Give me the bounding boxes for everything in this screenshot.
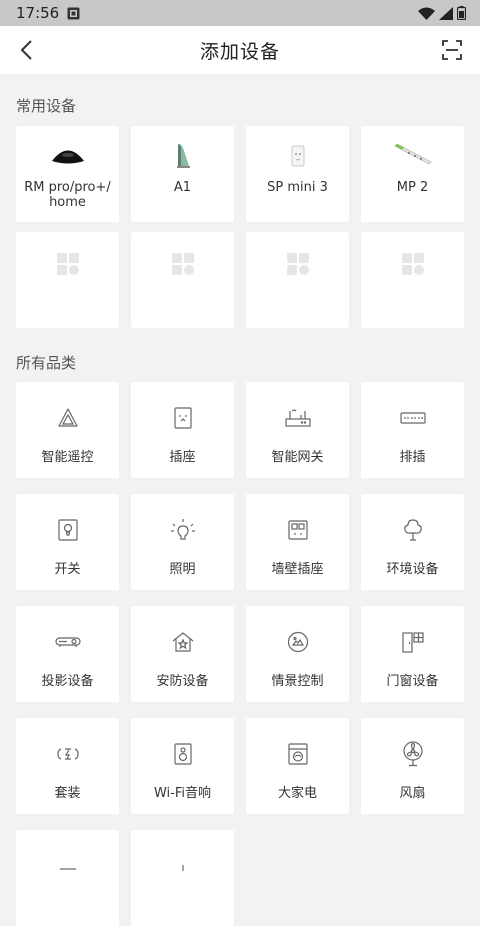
category-label: 风扇 <box>399 786 426 801</box>
empty-slot[interactable] <box>246 232 349 328</box>
notification-icon <box>67 7 80 19</box>
category-security[interactable]: 安防设备 <box>131 606 234 702</box>
placeholder-grid-icon <box>163 248 203 280</box>
category-gateway[interactable]: 智能网关 <box>246 382 349 478</box>
partial-category-icon <box>48 850 88 882</box>
category-label: 智能遥控 <box>41 450 94 465</box>
category-label: 墙壁插座 <box>271 562 324 577</box>
switch-icon <box>48 514 88 546</box>
empty-slot[interactable] <box>361 232 464 328</box>
category-label: 插座 <box>169 450 196 465</box>
category-socket[interactable]: 插座 <box>131 382 234 478</box>
category-projector[interactable]: 投影设备 <box>16 606 119 702</box>
category-fan[interactable]: 风扇 <box>361 718 464 814</box>
category-partial[interactable] <box>131 830 234 926</box>
kit-icon <box>48 738 88 770</box>
speaker-icon <box>163 738 203 770</box>
empty-slot[interactable] <box>16 232 119 328</box>
device-label: A1 <box>173 180 192 195</box>
category-door-window[interactable]: 门窗设备 <box>361 606 464 702</box>
power-strip-icon <box>393 140 433 172</box>
app-bar: 添加设备 <box>0 26 480 74</box>
category-remote[interactable]: 智能遥控 <box>16 382 119 478</box>
power-strip-icon <box>393 402 433 434</box>
fan-icon <box>393 738 433 770</box>
wifi-icon <box>418 7 435 20</box>
category-label: 排插 <box>399 450 426 465</box>
tree-icon <box>393 514 433 546</box>
device-label: RM pro/pro+/ home <box>24 180 111 210</box>
category-label: Wi-Fi音响 <box>153 786 211 801</box>
status-bar: 17:56 <box>0 0 480 26</box>
category-label: 安防设备 <box>156 674 209 689</box>
category-switch[interactable]: 开关 <box>16 494 119 590</box>
remote-icon <box>48 402 88 434</box>
sp-mini-plug-icon <box>278 140 318 172</box>
device-tile-a1[interactable]: A1 <box>131 126 234 222</box>
category-label: 智能网关 <box>271 450 324 465</box>
scan-button[interactable] <box>438 36 466 64</box>
category-wifi-speaker[interactable]: Wi-Fi音响 <box>131 718 234 814</box>
category-label: 大家电 <box>277 786 317 801</box>
status-time: 17:56 <box>16 4 60 22</box>
device-tile-mp-2[interactable]: MP 2 <box>361 126 464 222</box>
category-environment[interactable]: 环境设备 <box>361 494 464 590</box>
washer-icon <box>278 738 318 770</box>
category-power-strip[interactable]: 排插 <box>361 382 464 478</box>
signal-icon <box>439 6 453 20</box>
category-wall-socket[interactable]: 墙壁插座 <box>246 494 349 590</box>
device-label: SP mini 3 <box>267 180 328 195</box>
category-kit[interactable]: 套装 <box>16 718 119 814</box>
category-label: 照明 <box>169 562 196 577</box>
scene-icon <box>278 626 318 658</box>
common-devices-grid: RM pro/pro+/ home A1 SP mini 3 MP 2 <box>16 126 464 328</box>
socket-icon <box>163 402 203 434</box>
device-tile-sp-mini-3[interactable]: SP mini 3 <box>246 126 349 222</box>
placeholder-grid-icon <box>278 248 318 280</box>
device-tile-rm-pro[interactable]: RM pro/pro+/ home <box>16 126 119 222</box>
category-label: 环境设备 <box>386 562 439 577</box>
category-label: 套装 <box>54 786 81 801</box>
door-window-icon <box>393 626 433 658</box>
category-major-appliance[interactable]: 大家电 <box>246 718 349 814</box>
category-scene-control[interactable]: 情景控制 <box>246 606 349 702</box>
scan-icon <box>442 40 462 60</box>
categories-grid: 智能遥控 插座 智能网关 排插 开关 照明 墙壁插座 环境设备 投影设备 安防设… <box>16 382 464 926</box>
page-title: 添加设备 <box>199 40 280 63</box>
category-partial[interactable] <box>16 830 119 926</box>
wall-socket-icon <box>278 514 318 546</box>
device-label: MP 2 <box>396 180 429 195</box>
house-star-icon <box>163 626 203 658</box>
projector-icon <box>48 626 88 658</box>
partial-category-icon <box>163 850 203 882</box>
bulb-icon <box>163 514 203 546</box>
empty-slot[interactable] <box>131 232 234 328</box>
all-categories-title: 所有品类 <box>16 354 77 372</box>
rm-pro-device-icon <box>48 140 88 172</box>
category-label: 投影设备 <box>41 674 94 689</box>
chevron-left-icon <box>20 40 32 60</box>
gateway-icon <box>278 402 318 434</box>
category-label: 开关 <box>54 562 81 577</box>
a1-sensor-icon <box>163 140 203 172</box>
common-devices-title: 常用设备 <box>16 97 77 115</box>
back-button[interactable] <box>12 36 40 64</box>
placeholder-grid-icon <box>48 248 88 280</box>
battery-icon <box>457 6 466 20</box>
placeholder-grid-icon <box>393 248 433 280</box>
category-label: 情景控制 <box>271 674 324 689</box>
category-label: 门窗设备 <box>386 674 439 689</box>
category-lighting[interactable]: 照明 <box>131 494 234 590</box>
